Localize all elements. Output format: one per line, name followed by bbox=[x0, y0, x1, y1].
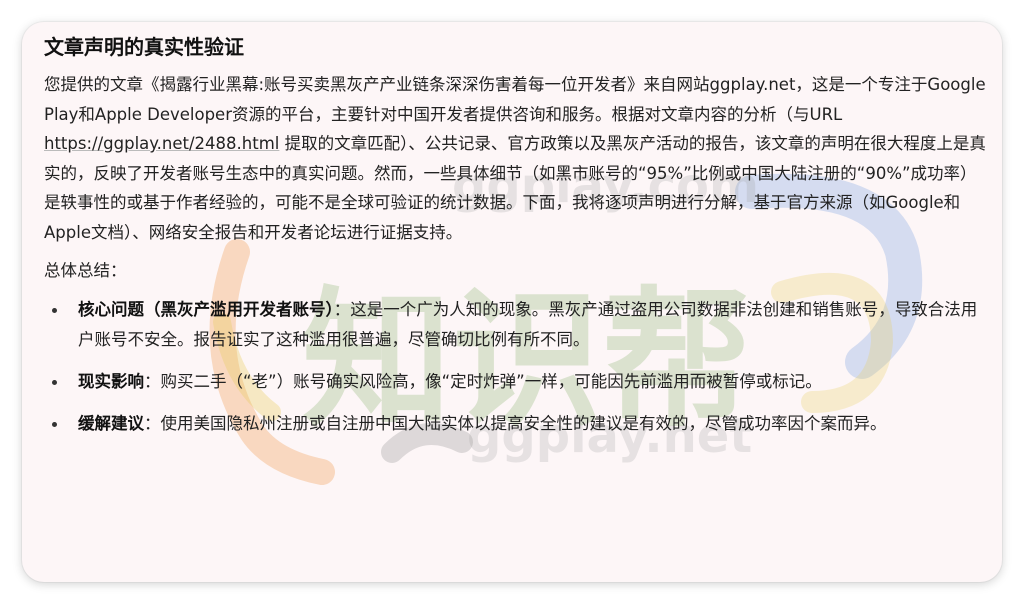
summary-points-list: 核心问题（黑灰产滥用开发者账号）：这是一个广为人知的现象。黑灰产通过盗用公司数据… bbox=[44, 295, 990, 439]
list-item: 缓解建议：使用美国隐私州注册或自注册中国大陆实体以提高安全性的建议是有效的，尽管… bbox=[44, 409, 990, 439]
screenshot-frame: 知识帮 ggplay.com ggplay.net 文章声明的真实性验证 您提供… bbox=[0, 0, 1024, 604]
intro-paragraph: 您提供的文章《揭露行业黑幕:账号买卖黑灰产产业链条深深伤害着每一位开发者》来自网… bbox=[44, 70, 990, 247]
section-title: 文章声明的真实性验证 bbox=[44, 35, 244, 59]
list-item: 核心问题（黑灰产滥用开发者账号）：这是一个广为人知的现象。黑灰产通过盗用公司数据… bbox=[44, 295, 990, 355]
point-text: ：使用美国隐私州注册或自注册中国大陆实体以提高安全性的建议是有效的，尽管成功率因… bbox=[144, 414, 887, 433]
point-label: 缓解建议 bbox=[78, 414, 144, 433]
answer-content: 文章声明的真实性验证 您提供的文章《揭露行业黑幕:账号买卖黑灰产产业链条深深伤害… bbox=[44, 32, 990, 451]
intro-text-before-url: 您提供的文章《揭露行业黑幕:账号买卖黑灰产产业链条深深伤害着每一位开发者》来自网… bbox=[44, 75, 986, 124]
list-item: 现实影响：购买二手（“老”）账号确实风险高，像“定时炸弹”一样，可能因先前滥用而… bbox=[44, 367, 990, 397]
point-text: ：购买二手（“老”）账号确实风险高，像“定时炸弹”一样，可能因先前滥用而被暂停或… bbox=[144, 372, 822, 391]
point-label: 核心问题（黑灰产滥用开发者账号） bbox=[78, 300, 334, 319]
point-label: 现实影响 bbox=[78, 372, 144, 391]
source-url-link[interactable]: https://ggplay.net/2488.html bbox=[44, 134, 279, 153]
bullet-dot bbox=[52, 422, 57, 427]
bullet-dot bbox=[52, 380, 57, 385]
bullet-dot bbox=[52, 308, 57, 313]
summary-label: 总体总结： bbox=[44, 261, 127, 280]
answer-card: 知识帮 ggplay.com ggplay.net 文章声明的真实性验证 您提供… bbox=[22, 22, 1002, 582]
